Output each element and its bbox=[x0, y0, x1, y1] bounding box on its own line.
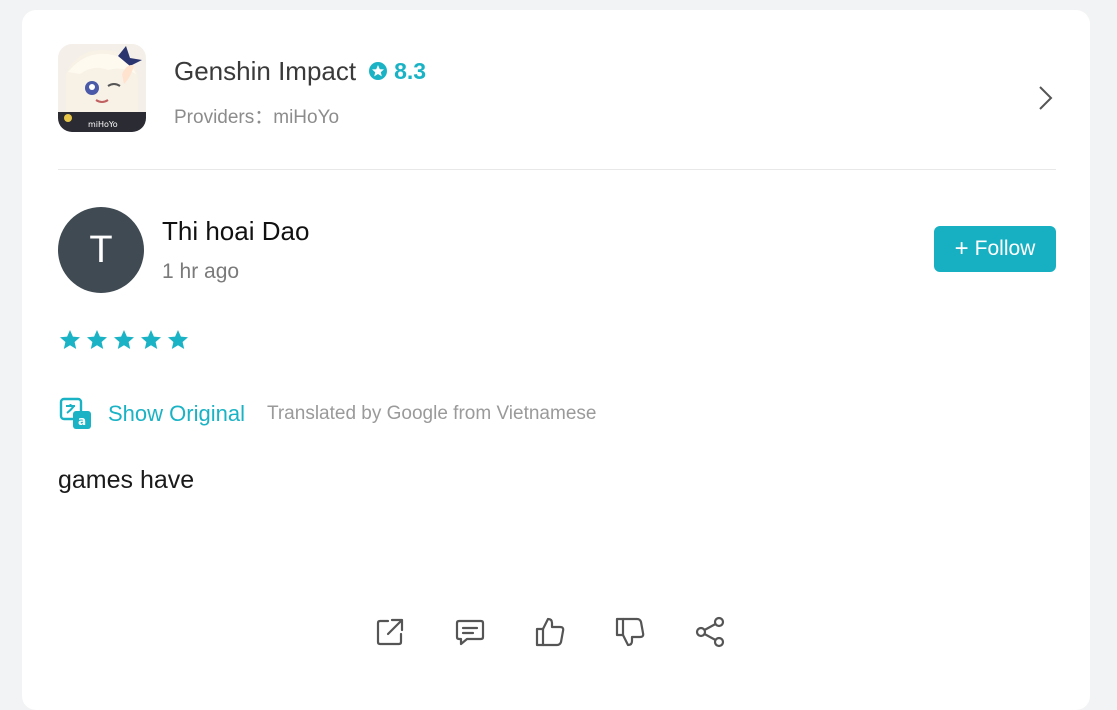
follow-button[interactable]: + Follow bbox=[934, 226, 1056, 272]
app-icon-brand-text: miHoYo bbox=[88, 120, 118, 129]
app-icon[interactable]: miHoYo bbox=[58, 44, 146, 132]
star-icon bbox=[87, 330, 107, 349]
svg-text:a: a bbox=[78, 414, 86, 428]
plus-icon: + bbox=[954, 235, 969, 262]
star-rating bbox=[58, 328, 190, 352]
translation-row: a Show Original Translated by Google fro… bbox=[58, 396, 596, 432]
comment-button[interactable] bbox=[452, 614, 488, 650]
thumbs-down-icon bbox=[615, 617, 645, 647]
score-badge-icon bbox=[369, 62, 388, 80]
app-providers: Providers：miHoYo bbox=[174, 107, 340, 128]
dislike-button[interactable] bbox=[612, 614, 648, 650]
translate-icon[interactable]: a bbox=[58, 396, 94, 432]
star-icon bbox=[168, 330, 188, 349]
review-actions bbox=[372, 614, 728, 650]
reviewer-name[interactable]: Thi hoai Dao bbox=[162, 216, 309, 247]
follow-button-label: Follow bbox=[974, 237, 1036, 260]
review-card: miHoYo Genshin Impact 8.3 Providers：miHo… bbox=[22, 10, 1090, 710]
comment-icon bbox=[455, 619, 485, 646]
star-icon bbox=[114, 330, 134, 349]
app-score: 8.3 bbox=[394, 57, 427, 84]
review-text: games have bbox=[58, 466, 195, 494]
show-original-link[interactable]: Show Original bbox=[108, 401, 245, 427]
share-icon bbox=[695, 616, 725, 648]
app-name[interactable]: Genshin Impact bbox=[174, 56, 356, 87]
review-timestamp: 1 hr ago bbox=[162, 260, 240, 283]
avatar[interactable]: T bbox=[58, 207, 144, 293]
open-external-icon bbox=[376, 618, 404, 646]
thumbs-up-icon bbox=[535, 617, 565, 647]
open-external-button[interactable] bbox=[372, 614, 408, 650]
translated-note: Translated by Google from Vietnamese bbox=[266, 403, 597, 424]
app-info-row[interactable]: miHoYo Genshin Impact 8.3 Providers：miHo… bbox=[58, 44, 1056, 136]
like-button[interactable] bbox=[532, 614, 568, 650]
share-button[interactable] bbox=[692, 614, 728, 650]
chevron-right-icon[interactable] bbox=[1034, 84, 1056, 112]
star-icon bbox=[60, 330, 80, 349]
divider bbox=[58, 169, 1056, 170]
app-title-line: Genshin Impact 8.3 bbox=[174, 54, 426, 88]
star-icon bbox=[141, 330, 161, 349]
